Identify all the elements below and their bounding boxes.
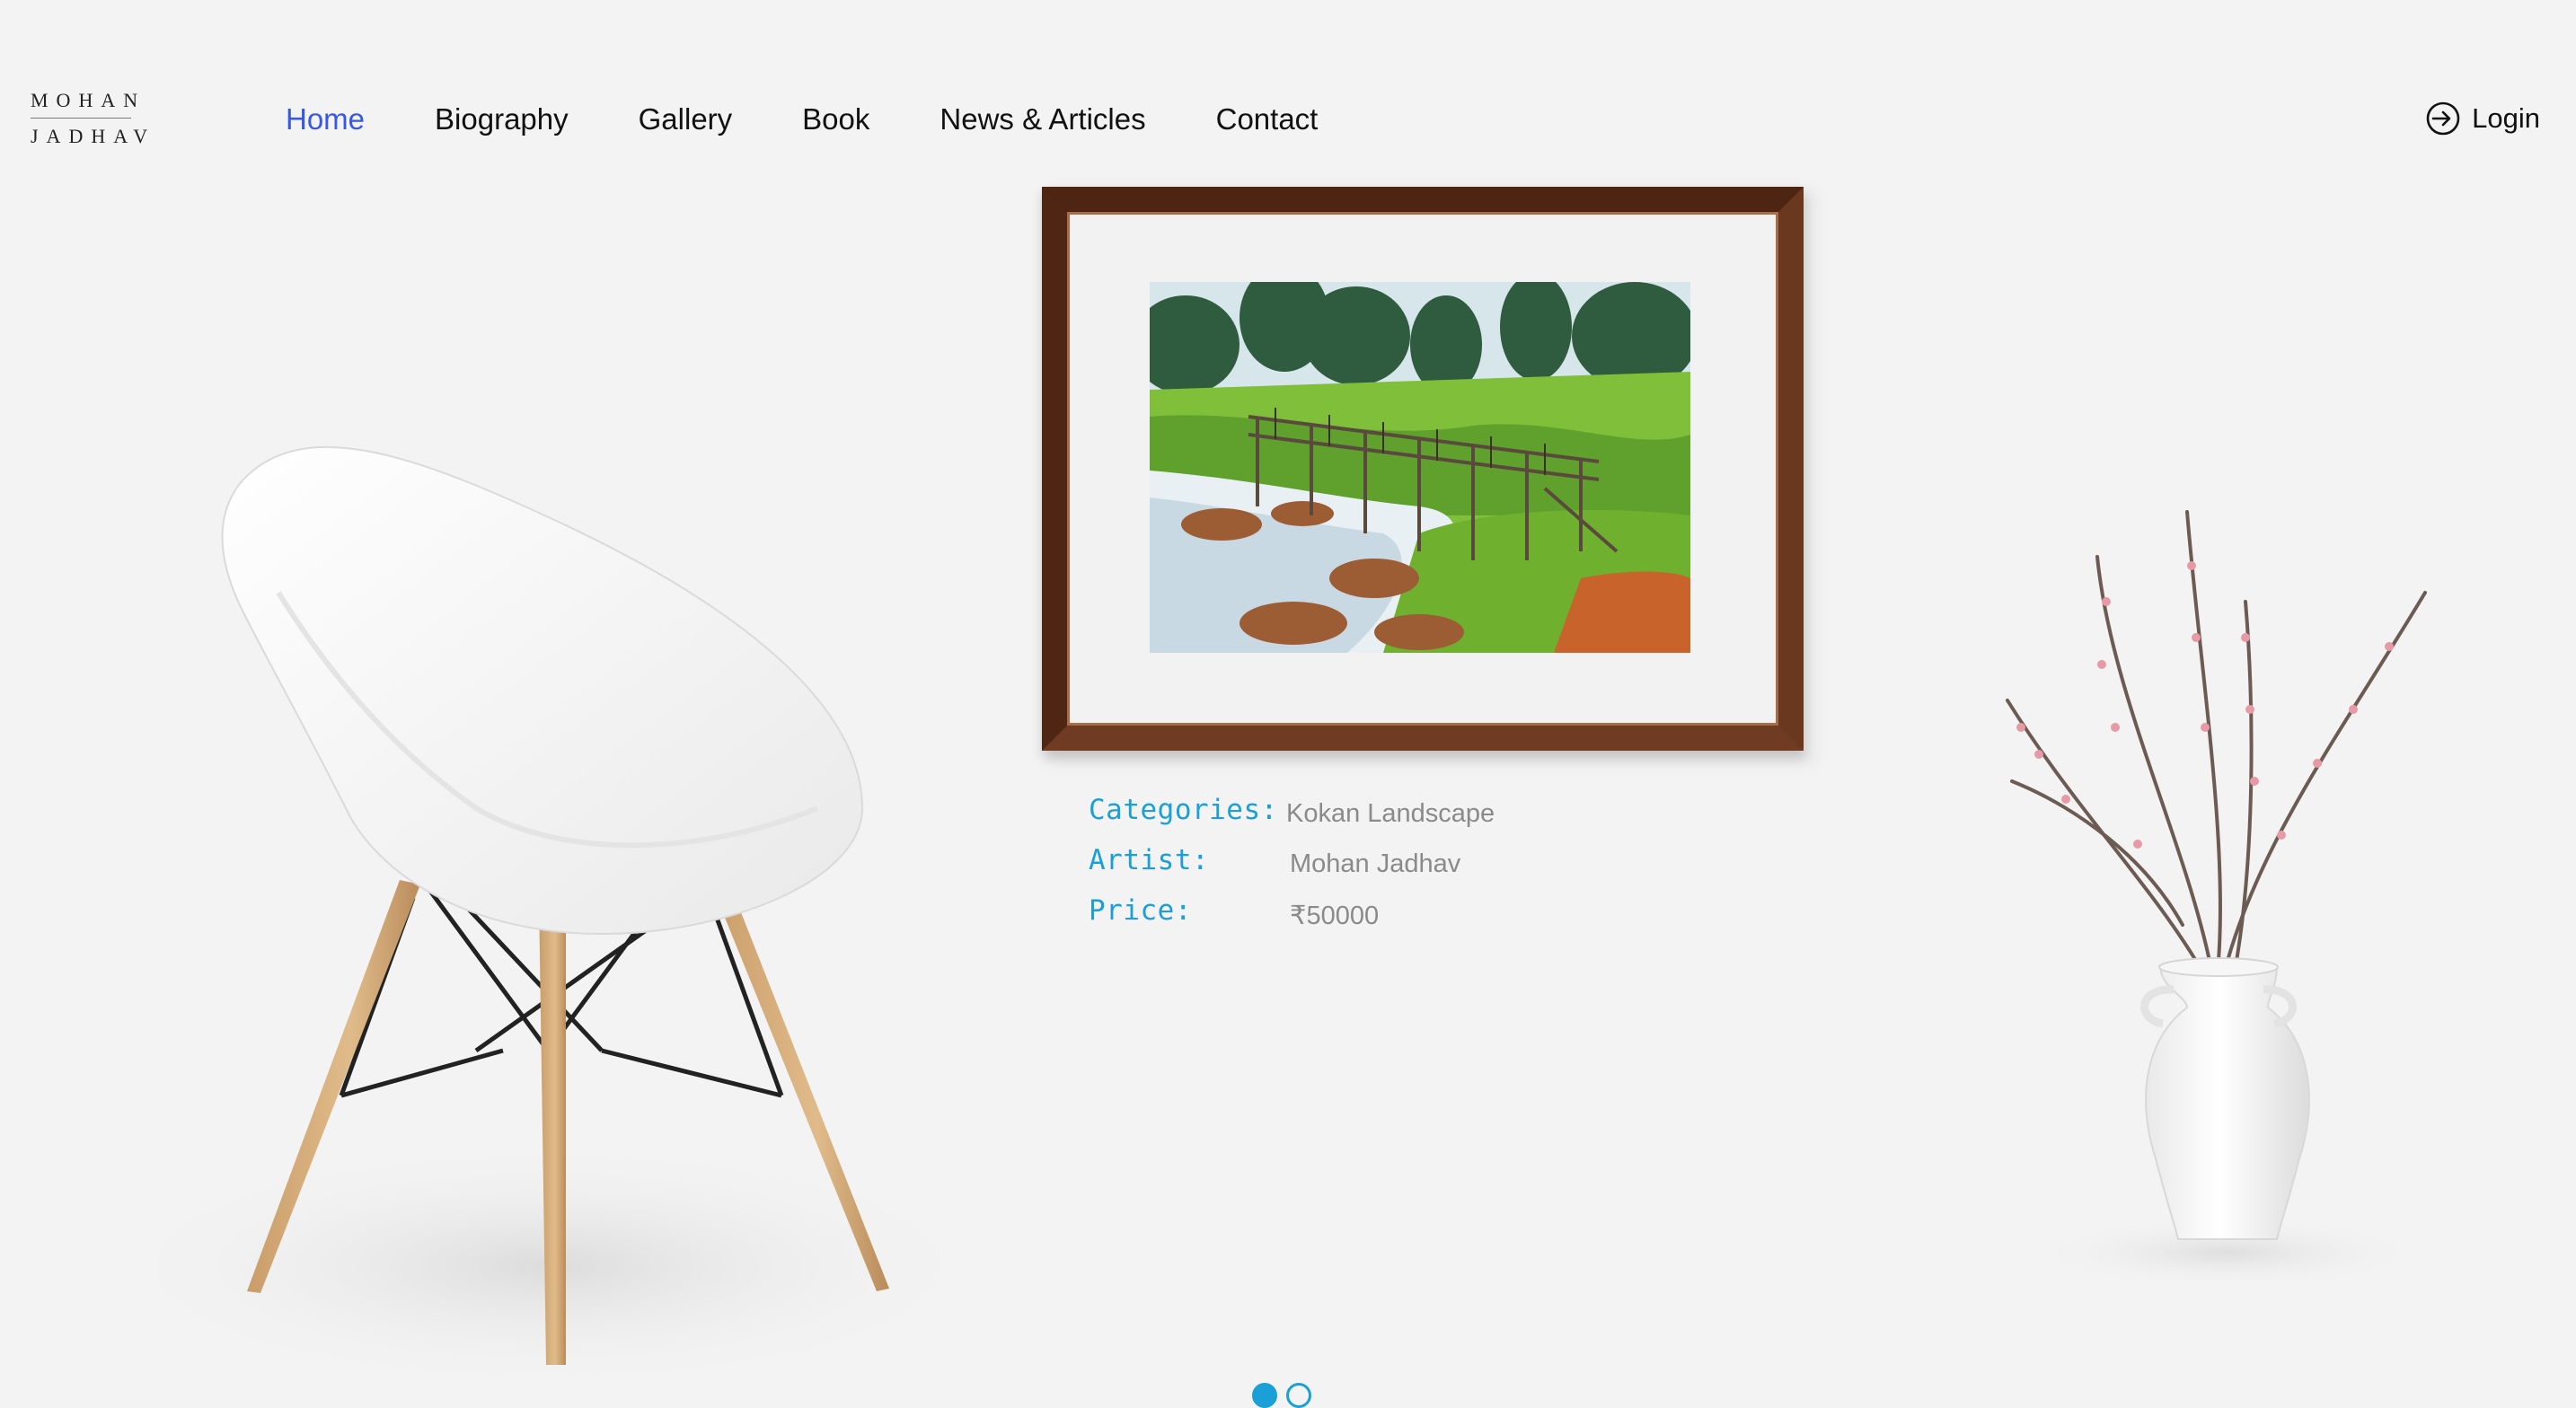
login-label: Login [2472, 102, 2540, 134]
logo-line-1: MOHAN [31, 89, 146, 111]
detail-value-artist: Mohan Jadhav [1290, 849, 1461, 878]
nav-home[interactable]: Home [286, 102, 365, 136]
logo-divider [31, 118, 131, 119]
vase-illustration [1958, 458, 2461, 1311]
nav-book[interactable]: Book [802, 102, 869, 136]
detail-key-artist: Artist: [1089, 844, 1210, 876]
nav-contact[interactable]: Contact [1216, 102, 1319, 136]
nav-biography[interactable]: Biography [435, 102, 569, 136]
detail-value-categories: Kokan Landscape [1286, 799, 1495, 828]
painting-image[interactable] [1150, 282, 1690, 653]
detail-key-categories: Categories: [1089, 794, 1278, 826]
carousel-dot-1[interactable] [1252, 1383, 1277, 1408]
login-button[interactable]: Login [2425, 101, 2540, 136]
main-nav: Home Biography Gallery Book News & Artic… [286, 97, 1318, 142]
carousel-dots [1252, 1383, 1311, 1408]
site-logo[interactable]: MOHAN JADHAV [31, 88, 156, 149]
detail-key-price: Price: [1089, 894, 1192, 927]
nav-news-articles[interactable]: News & Articles [940, 102, 1145, 136]
login-icon [2425, 101, 2461, 136]
logo-line-2: JADHAV [31, 125, 156, 147]
carousel-dot-2[interactable] [1286, 1383, 1311, 1408]
chair-illustration [99, 431, 997, 1392]
detail-value-price: ₹50000 [1290, 902, 1380, 930]
nav-gallery[interactable]: Gallery [639, 102, 733, 136]
